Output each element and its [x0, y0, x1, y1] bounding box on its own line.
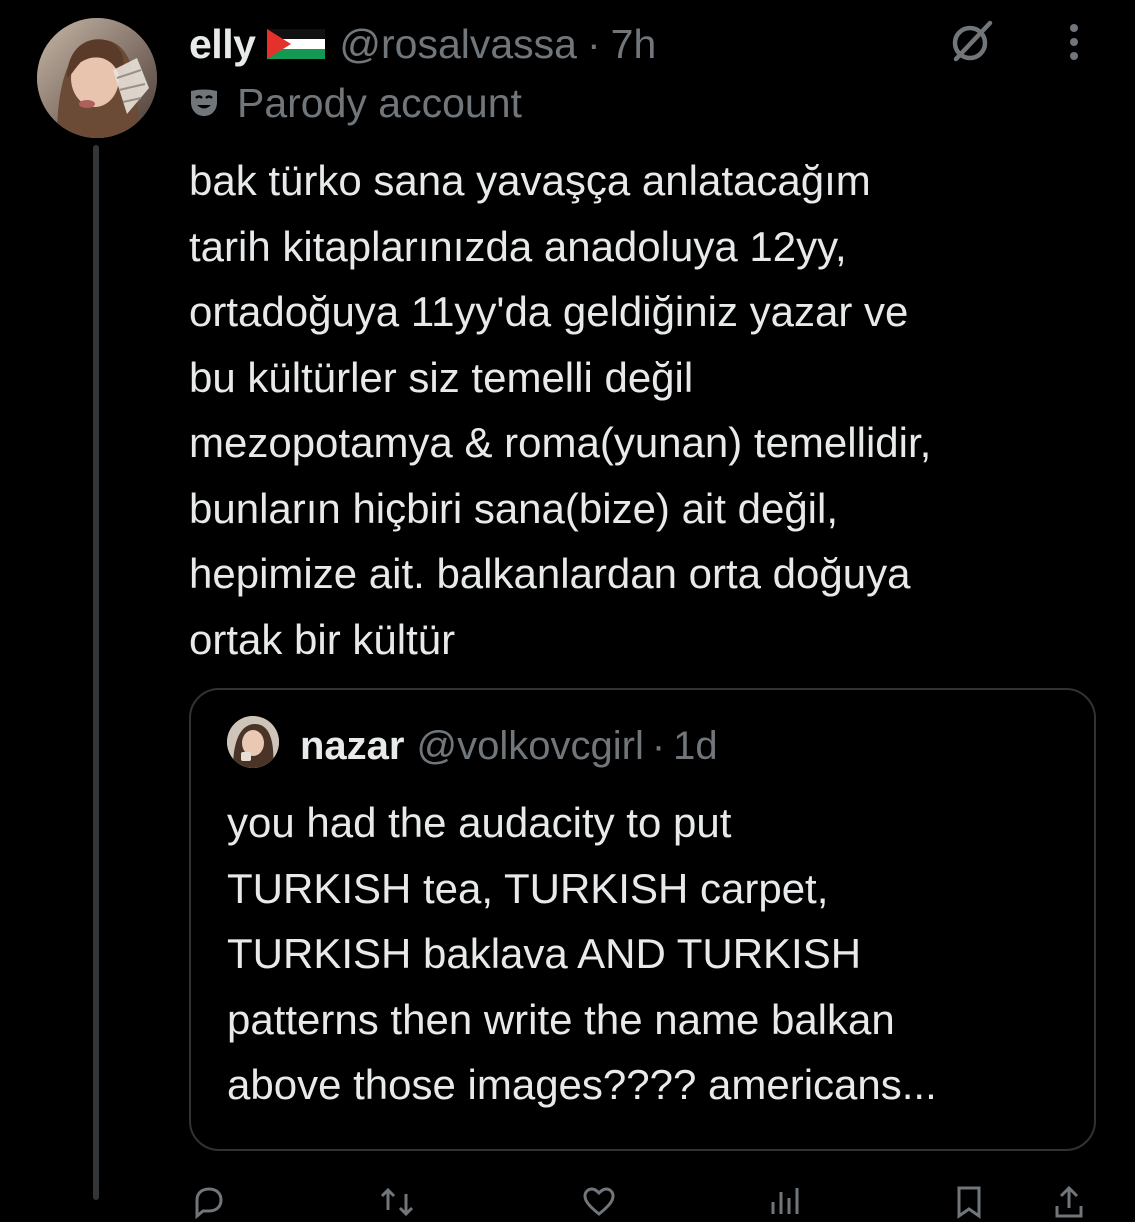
- quoted-text-line: you had the audacity to put: [227, 799, 732, 846]
- quoted-text-line: patterns then write the name balkan: [227, 995, 895, 1043]
- quoted-timestamp: 1d: [673, 723, 718, 768]
- reply-icon[interactable]: [191, 1182, 227, 1222]
- theater-mask-icon: [189, 88, 219, 118]
- parody-account-label: Parody account: [237, 79, 522, 126]
- bookmark-icon[interactable]: [951, 1182, 987, 1222]
- grok-icon[interactable]: [948, 17, 996, 65]
- quoted-text-line: TURKISH tea, TURKISH carpet,: [227, 864, 829, 912]
- more-icon[interactable]: [1060, 22, 1088, 62]
- views-icon[interactable]: [767, 1182, 803, 1222]
- tweet-text-line: bu kültürler siz temelli değil: [189, 353, 694, 401]
- quoted-display-name: nazar: [300, 723, 405, 768]
- quoted-text-line: TURKISH baklava AND TURKISH: [227, 930, 862, 977]
- quoted-tweet-body: you had the audacity to put TURKISH tea,…: [227, 790, 1077, 1118]
- share-icon[interactable]: [1051, 1182, 1087, 1222]
- tweet-body: bak türko sana yavaşça anlatacağım tarih…: [189, 148, 1119, 672]
- retweet-icon[interactable]: [379, 1182, 415, 1222]
- quoted-tweet-card[interactable]: nazar @volkovcgirl · 1d you had the auda…: [189, 688, 1096, 1151]
- tweet-text-line: bak türko sana yavaşça anlatacağım: [189, 157, 871, 204]
- author-avatar[interactable]: [37, 18, 157, 138]
- tweet-text-line: mezopotamya & roma(yunan) temellidir,: [189, 419, 932, 466]
- parody-label-row: Parody account: [189, 78, 522, 128]
- tweet-action-bar: [189, 1182, 1089, 1222]
- tweet-text-line: ortak bir kültür: [189, 615, 456, 663]
- tweet-header: elly @rosalvassa · 7h: [189, 14, 656, 74]
- quoted-handle: @volkovcgirl: [416, 723, 644, 768]
- quoted-author-avatar: [227, 716, 279, 768]
- tweet-timestamp[interactable]: 7h: [611, 21, 657, 68]
- like-icon[interactable]: [581, 1182, 617, 1222]
- tweet-text-line: bunların hiçbiri sana(bize) ait değil,: [189, 484, 839, 532]
- quoted-text-line: above those images???? americans...: [227, 1061, 937, 1108]
- palestine-flag-icon: [267, 29, 326, 59]
- quoted-tweet-header: nazar @volkovcgirl · 1d: [300, 722, 718, 770]
- tweet-text-line: hepimize ait. balkanlardan orta doğuya: [189, 550, 911, 597]
- author-handle[interactable]: @rosalvassa: [339, 21, 577, 68]
- quoted-header-separator: ·: [651, 723, 666, 768]
- header-separator: ·: [586, 20, 601, 67]
- tweet-text-line: ortadoğuya 11yy'da geldiğiniz yazar ve: [189, 288, 909, 335]
- author-display-name[interactable]: elly: [189, 21, 256, 68]
- thread-connector-line: [93, 145, 99, 1200]
- tweet-text-line: tarih kitaplarınızda anadoluya 12yy,: [189, 222, 847, 270]
